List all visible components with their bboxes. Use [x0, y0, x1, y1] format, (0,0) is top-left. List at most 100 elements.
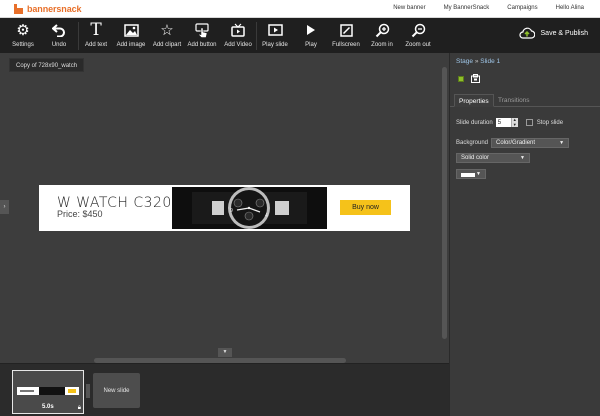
nav-user-greeting[interactable]: Hello Alina	[556, 5, 584, 11]
play-icon	[306, 21, 316, 39]
tv-icon	[231, 21, 245, 39]
stepper-arrows-icon[interactable]: ▲ ▼	[510, 117, 518, 127]
add-clipart-button[interactable]: ☆ Add clipart	[153, 21, 181, 51]
background-type-value: Color/Gradient	[496, 140, 536, 146]
expand-bottom-button[interactable]: ▼	[218, 348, 232, 357]
layer-image-icon[interactable]	[471, 74, 480, 83]
toolbar-divider	[256, 22, 257, 50]
svg-text:4: 4	[265, 213, 268, 219]
caret-down-icon: ▼	[559, 140, 565, 146]
add-image-button[interactable]: Add image	[117, 21, 145, 51]
add-text-label: Add text	[84, 42, 107, 48]
color-swatch	[461, 173, 475, 177]
slide-duration-value[interactable]: 5	[498, 120, 501, 126]
play-slide-icon	[267, 21, 283, 39]
zoom-in-button[interactable]: Zoom in	[369, 21, 395, 51]
logo-mark-icon	[14, 4, 23, 14]
filmstrip-grip[interactable]	[86, 384, 90, 398]
nav-campaigns[interactable]: Campaigns	[507, 5, 537, 11]
new-slide-button[interactable]: New slide	[93, 373, 140, 408]
top-nav: bannersnack New banner My BannerSnack Ca…	[0, 0, 600, 18]
properties-panel: Stage » Slide 1 Properties Transitions S…	[449, 53, 600, 416]
settings-button[interactable]: ⚙ Settings	[10, 21, 36, 51]
play-label: Play	[305, 42, 317, 48]
add-video-label: Add Video	[224, 42, 252, 48]
fullscreen-label: Fullscreen	[332, 42, 360, 48]
add-image-label: Add image	[116, 42, 146, 48]
add-button-label: Add button	[187, 42, 217, 48]
breadcrumb-slide[interactable]: Slide 1	[480, 58, 500, 65]
undo-icon	[52, 21, 66, 39]
background-row: Background Color/Gradient ▼	[456, 138, 570, 148]
add-clipart-label: Add clipart	[152, 42, 182, 48]
banner-watch-image[interactable]: 4 9	[172, 187, 327, 229]
fill-type-row: Solid color ▼	[456, 153, 530, 163]
star-icon: ☆	[160, 21, 174, 39]
fill-type-value: Solid color	[461, 155, 490, 161]
play-slide-button[interactable]: Play slide	[262, 21, 288, 51]
fill-type-select[interactable]: Solid color ▼	[456, 153, 530, 163]
canvas-vertical-scrollbar[interactable]	[442, 67, 447, 339]
background-type-select[interactable]: Color/Gradient ▼	[491, 138, 570, 148]
caret-down-icon: ▼	[520, 155, 525, 161]
slide-duration: 5.0s	[42, 404, 54, 410]
toolbar: ⚙ Settings Undo T Add text Add image ☆ A…	[0, 18, 600, 53]
add-button-button[interactable]: Add button	[187, 21, 217, 51]
play-slide-label: Play slide	[262, 42, 288, 48]
background-color-picker[interactable]: ▼	[456, 169, 486, 179]
slide-duration-label: Slide duration	[456, 119, 493, 126]
gear-icon: ⚙	[16, 21, 30, 39]
top-links: New banner My BannerSnack Campaigns Hell…	[375, 5, 584, 11]
banner-name: Copy of 728x90_watch	[9, 58, 85, 72]
banner-preview[interactable]: W WATCH C320 Price: $450 4 9 Buy now	[39, 185, 410, 231]
text-icon: T	[90, 19, 102, 40]
zoom-in-icon	[375, 21, 390, 39]
stop-slide-label: Stop slide	[536, 119, 564, 126]
fullscreen-icon	[339, 21, 353, 39]
slide-thumbnail[interactable]: 5.0s 🔒︎	[12, 370, 84, 414]
add-layer-icon[interactable]	[458, 76, 464, 82]
chevron-down-icon: ▼	[222, 349, 228, 355]
slide-duration-stepper[interactable]: 5 ▲ ▼	[495, 117, 518, 127]
save-publish-button[interactable]: Save & Publish	[518, 27, 588, 39]
caret-down-icon: ▼	[476, 171, 481, 177]
nav-new-banner[interactable]: New banner	[393, 5, 425, 11]
add-video-button[interactable]: Add Video	[224, 21, 252, 51]
background-label: Background	[456, 140, 489, 146]
canvas-area: Copy of 728x90_watch › W WATCH C320 Pric…	[0, 53, 449, 363]
fullscreen-button[interactable]: Fullscreen	[332, 21, 360, 51]
banner-price[interactable]: Price: $450	[57, 209, 103, 219]
add-text-button[interactable]: T Add text	[84, 21, 108, 51]
logo-text: bannersnack	[27, 4, 82, 14]
tab-properties[interactable]: Properties	[454, 94, 494, 107]
stop-slide-checkbox[interactable]	[525, 119, 533, 126]
slide-thumbnail-preview	[17, 387, 79, 395]
undo-button[interactable]: Undo	[48, 21, 70, 51]
panel-tabs: Properties Transitions	[450, 94, 600, 107]
layer-tools	[458, 74, 480, 83]
slides-filmstrip: 5.0s 🔒︎ New slide	[0, 363, 449, 416]
zoom-out-button[interactable]: Zoom out	[404, 21, 432, 51]
settings-label: Settings	[12, 42, 34, 48]
save-publish-label: Save & Publish	[540, 29, 588, 37]
image-icon	[123, 21, 139, 39]
breadcrumb-stage[interactable]: Stage	[456, 58, 473, 65]
banner-cta-button[interactable]: Buy now	[340, 200, 391, 215]
breadcrumb-separator: »	[474, 58, 479, 65]
lock-icon[interactable]: 🔒︎	[78, 405, 81, 412]
zoom-out-icon	[411, 21, 426, 39]
zoom-in-label: Zoom in	[371, 42, 393, 48]
svg-text:9: 9	[230, 208, 233, 214]
nav-my-bannersnack[interactable]: My BannerSnack	[444, 5, 490, 11]
zoom-out-label: Zoom out	[405, 42, 431, 48]
slide-duration-row: Slide duration 5 ▲ ▼ Stop slide	[456, 117, 564, 127]
toolbar-divider	[78, 22, 79, 50]
expand-left-button[interactable]: ›	[0, 200, 9, 214]
chevron-right-icon: ›	[3, 204, 6, 210]
undo-label: Undo	[51, 42, 67, 48]
tab-transitions[interactable]: Transitions	[494, 94, 534, 107]
play-button[interactable]: Play	[302, 21, 320, 51]
cloud-upload-icon	[518, 27, 535, 39]
app-logo[interactable]: bannersnack	[14, 3, 82, 15]
hand-pointer-icon	[195, 21, 209, 39]
